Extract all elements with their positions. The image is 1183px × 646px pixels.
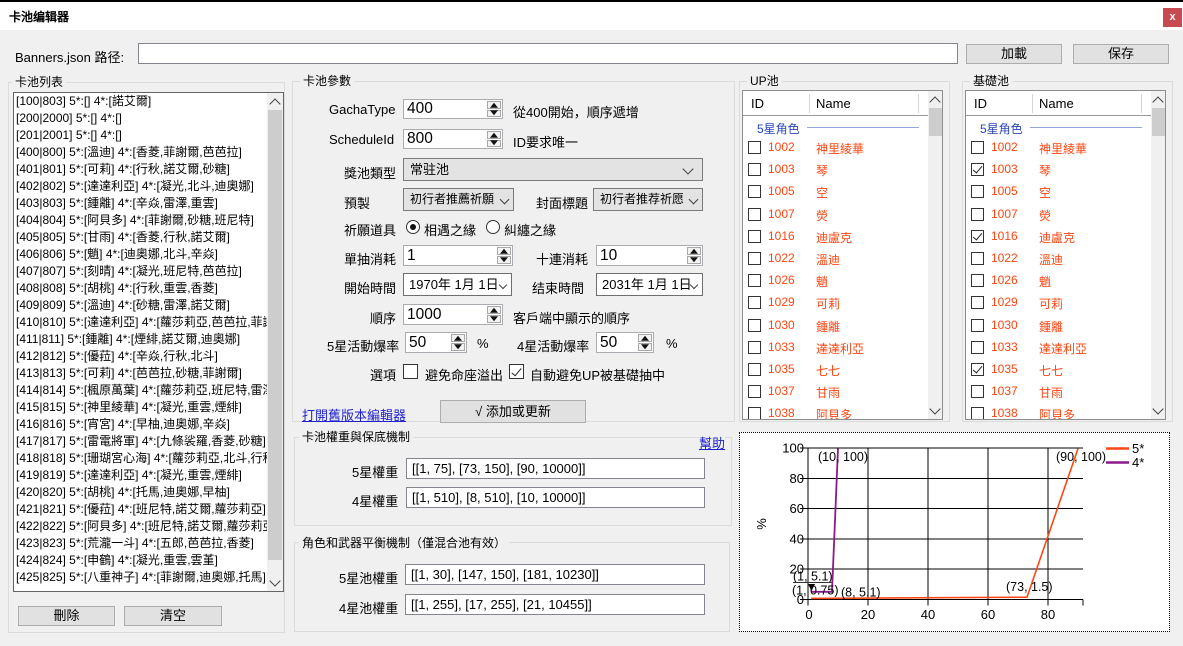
svg-text:(90, 100): (90, 100): [1056, 450, 1106, 464]
svg-text:(73, 1.5): (73, 1.5): [1006, 580, 1053, 594]
svg-text:(10, 100): (10, 100): [818, 450, 868, 464]
svg-text:(8, 5.1): (8, 5.1): [841, 586, 881, 600]
svg-text:0: 0: [805, 607, 812, 622]
svg-text:(1, 0.75): (1, 0.75): [792, 584, 839, 598]
svg-text:60: 60: [790, 501, 804, 516]
svg-text:20: 20: [861, 607, 875, 622]
svg-text:40: 40: [921, 607, 935, 622]
svg-text:40: 40: [790, 531, 804, 546]
svg-text:5*: 5*: [1132, 441, 1144, 456]
svg-text:100: 100: [782, 441, 804, 456]
svg-text:%: %: [754, 518, 769, 530]
svg-text:(1, 5.1): (1, 5.1): [793, 570, 833, 584]
svg-text:80: 80: [1041, 607, 1055, 622]
svg-text:4*: 4*: [1132, 455, 1144, 470]
svg-text:80: 80: [790, 471, 804, 486]
svg-text:60: 60: [981, 607, 995, 622]
